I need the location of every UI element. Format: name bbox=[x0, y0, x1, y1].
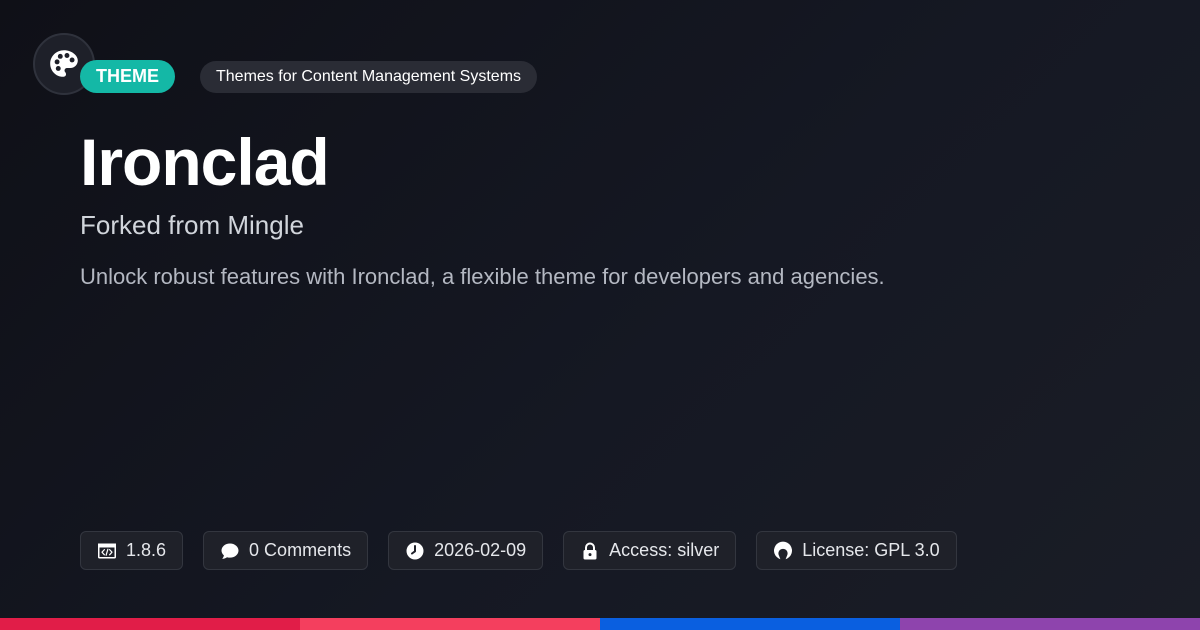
bottom-color-bar bbox=[0, 618, 1200, 630]
code-icon bbox=[98, 543, 116, 558]
license-label: License: GPL 3.0 bbox=[802, 540, 940, 560]
access-pill: Access: silver bbox=[563, 531, 737, 570]
comments-pill[interactable]: 0 Comments bbox=[203, 531, 369, 570]
color-segment-3 bbox=[600, 618, 900, 630]
version-pill: 1.8.6 bbox=[80, 531, 184, 570]
color-segment-4 bbox=[900, 618, 1200, 630]
type-badge: THEME bbox=[80, 60, 175, 93]
subtitle: Forked from Mingle bbox=[80, 210, 304, 240]
social-card: THEME Themes for Content Management Syst… bbox=[0, 0, 1200, 630]
lock-icon bbox=[583, 542, 597, 559]
palette-icon bbox=[50, 50, 78, 77]
license-pill: License: GPL 3.0 bbox=[756, 531, 957, 570]
category-pill[interactable]: Themes for Content Management Systems bbox=[200, 61, 538, 93]
comment-icon bbox=[221, 543, 239, 559]
open-source-icon bbox=[774, 541, 793, 559]
clock-icon bbox=[406, 542, 424, 559]
version-label: 1.8.6 bbox=[126, 540, 167, 560]
access-label: Access: silver bbox=[609, 540, 720, 560]
meta-row: 1.8.6 0 Comments 2026-02-09 Access: silv… bbox=[80, 531, 957, 570]
color-segment-2 bbox=[300, 618, 600, 630]
page-title: Ironclad bbox=[80, 125, 330, 199]
color-segment-1 bbox=[0, 618, 300, 630]
description: Unlock robust features with Ironclad, a … bbox=[80, 264, 885, 289]
date-pill: 2026-02-09 bbox=[388, 531, 544, 570]
date-label: 2026-02-09 bbox=[434, 540, 527, 560]
comments-label: 0 Comments bbox=[249, 540, 352, 560]
